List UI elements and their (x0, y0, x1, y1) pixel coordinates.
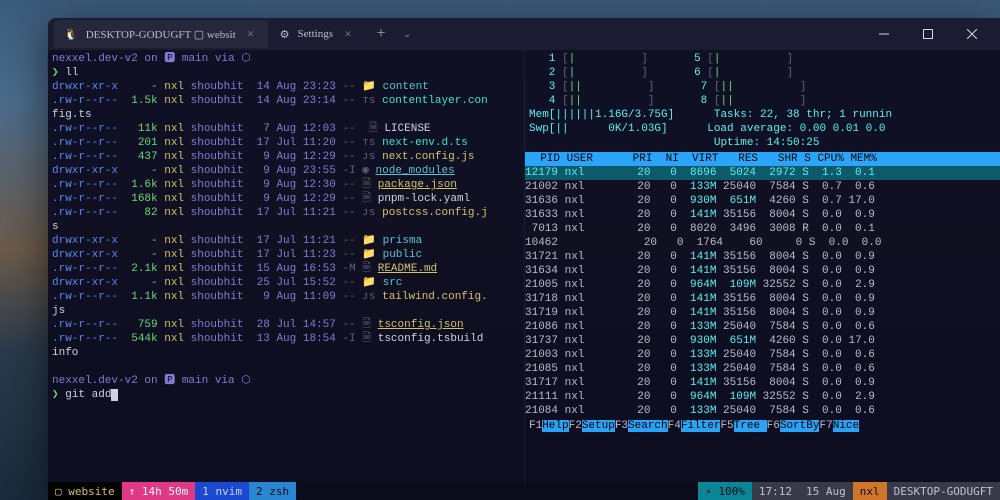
process-row[interactable]: 31634 nxl 20 0 141M 35156 8004 S 0.0 0.9 (525, 264, 1000, 278)
terminal-window: 🐧 DESKTOP-GODUGFT ▢ websit × ⚙ Settings … (48, 18, 1000, 500)
process-header[interactable]: PID USER PRI NI VIRT RES SHR S CPU% MEM% (525, 152, 1000, 166)
tmux-statusbar[interactable]: ▢ website↑ 14h 50m1 nvim2 zsh ⚡ 100%17:12… (48, 482, 1000, 500)
process-row[interactable]: 31737 nxl 20 0 930M 651M 4260 S 0.0 17.0 (525, 334, 1000, 348)
close-icon[interactable]: × (341, 27, 355, 41)
fn-key-bar[interactable]: F1HelpF2SetupF3SearchF4FilterF5Tree F6So… (525, 418, 1000, 434)
process-row[interactable]: 31717 nxl 20 0 141M 35156 8004 S 0.0 0.9 (525, 376, 1000, 390)
process-row[interactable]: 21084 nxl 20 0 133M 25040 7584 S 0.0 0.6 (525, 404, 1000, 418)
tab-settings[interactable]: ⚙ Settings × (270, 20, 365, 48)
process-row[interactable]: 31633 nxl 20 0 141M 35156 8004 S 0.0 0.9 (525, 208, 1000, 222)
status-seg[interactable]: ⚡ 100% (698, 482, 752, 500)
tab-terminal[interactable]: 🐧 DESKTOP-GODUGFT ▢ websit × (54, 20, 268, 48)
tab-label: DESKTOP-GODUGFT ▢ websit (86, 28, 236, 41)
htop-pane[interactable]: 1 [| ] 5 [| ] 2 [| ] 6 [| ] 3 [|| ] 7 [|… (524, 50, 1000, 482)
status-seg[interactable]: nxl (853, 482, 887, 500)
process-row[interactable]: 21085 nxl 20 0 133M 25040 7584 S 0.0 0.6 (525, 362, 1000, 376)
process-row[interactable]: 21003 nxl 20 0 133M 25040 7584 S 0.0 0.6 (525, 348, 1000, 362)
status-seg[interactable]: DESKTOP-GODUGFT (887, 482, 1000, 500)
process-row[interactable]: 31718 nxl 20 0 141M 35156 8004 S 0.0 0.9 (525, 292, 1000, 306)
status-seg[interactable]: 17:12 (752, 482, 799, 500)
tab-dropdown-icon[interactable]: ⌄ (397, 29, 417, 40)
process-row[interactable]: 10462 20 0 1764 60 0 S 0.0 0.0 (525, 236, 1000, 250)
status-seg[interactable]: 15 Aug (799, 482, 853, 500)
process-row[interactable]: 21111 nxl 20 0 964M 109M 32552 S 0.0 2.9 (525, 390, 1000, 404)
new-tab-button[interactable]: + (367, 20, 395, 48)
shell-pane[interactable]: nexxel.dev-v2 on 🅿 main via ⬡❯ lldrwxr-x… (48, 50, 524, 482)
process-row[interactable]: 21005 nxl 20 0 964M 109M 32552 S 0.0 2.9 (525, 278, 1000, 292)
titlebar: 🐧 DESKTOP-GODUGFT ▢ websit × ⚙ Settings … (48, 18, 1000, 50)
status-seg[interactable]: 2 zsh (249, 482, 296, 500)
maximize-button[interactable] (906, 18, 950, 50)
process-row[interactable]: 21002 nxl 20 0 133M 25040 7584 S 0.7 0.6 (525, 180, 1000, 194)
process-row[interactable]: 7013 nxl 20 0 8020 3496 3008 R 0.0 0.1 (525, 222, 1000, 236)
status-seg[interactable]: 1 nvim (195, 482, 249, 500)
process-row[interactable]: 31719 nxl 20 0 141M 35156 8004 S 0.0 0.9 (525, 306, 1000, 320)
penguin-icon: 🐧 (64, 28, 78, 41)
close-button[interactable] (950, 18, 994, 50)
process-row[interactable]: 21086 nxl 20 0 133M 25040 7584 S 0.0 0.6 (525, 320, 1000, 334)
gear-icon: ⚙ (280, 28, 290, 41)
tab-label: Settings (298, 28, 333, 40)
process-row[interactable]: 31636 nxl 20 0 930M 651M 4260 S 0.7 17.0 (525, 194, 1000, 208)
status-seg[interactable]: ↑ 14h 50m (122, 482, 196, 500)
process-row[interactable]: 12179 nxl 20 0 8696 5024 2972 S 1.3 0.1 (525, 166, 1000, 180)
process-row[interactable]: 31721 nxl 20 0 141M 35156 8004 S 0.0 0.9 (525, 250, 1000, 264)
status-seg[interactable]: ▢ website (48, 482, 122, 500)
close-icon[interactable]: × (244, 27, 258, 41)
minimize-button[interactable] (862, 18, 906, 50)
